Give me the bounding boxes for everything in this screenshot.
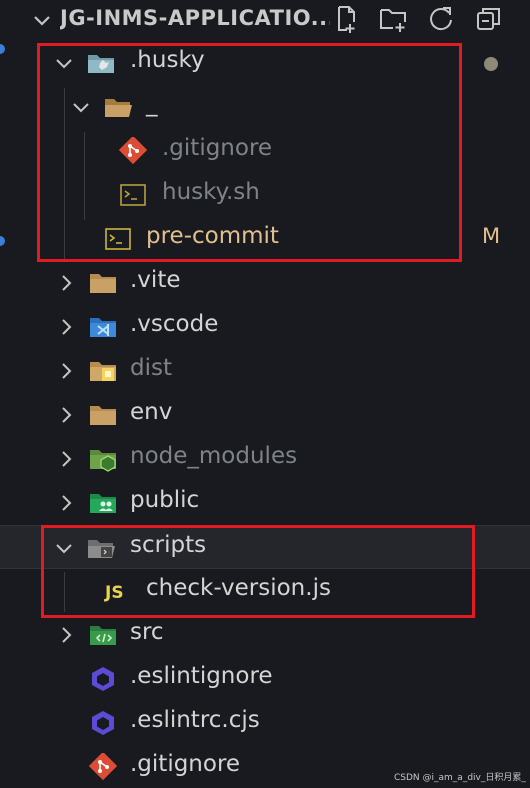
tree-folder-node-modules[interactable]: node_modules (0, 437, 530, 481)
new-folder-icon[interactable] (378, 4, 408, 34)
dist-folder-icon (90, 362, 116, 381)
highlight-box-husky (37, 43, 462, 262)
chevron-right-icon (62, 627, 72, 643)
tree-item-label: .vscode (130, 311, 219, 337)
chevron-right-icon (62, 363, 72, 379)
public-folder-icon (90, 494, 116, 513)
tree-item-label: env (130, 399, 173, 425)
tree-item-label: .gitignore (130, 751, 241, 777)
file-explorer: JG-INMS-APPLICATIO... .husky _ .gitignor… (0, 0, 530, 788)
watermark: CSDN @i_am_a_div_日积月累_ (394, 773, 526, 783)
new-file-icon[interactable] (332, 4, 362, 34)
chevron-right-icon (62, 275, 72, 291)
workspace-title[interactable]: JG-INMS-APPLICATIO... (60, 6, 330, 30)
tree-item-label: node_modules (130, 443, 298, 469)
node-folder-icon (90, 450, 116, 472)
chevron-right-icon (62, 451, 72, 467)
eslint-icon (92, 667, 114, 691)
chevron-right-icon (62, 407, 72, 423)
git-icon (88, 753, 118, 781)
chevron-right-icon (62, 319, 72, 335)
tree-file-eslintrc[interactable]: .eslintrc.cjs (0, 701, 530, 745)
tree-item-label: dist (130, 355, 172, 381)
tree-folder-public[interactable]: public (0, 481, 530, 525)
eslint-icon (92, 711, 114, 735)
tree-item-label: .eslintignore (130, 663, 273, 689)
folder-icon (90, 406, 116, 425)
refresh-icon[interactable] (426, 4, 456, 34)
src-folder-icon (90, 626, 116, 645)
modified-badge: M (482, 224, 501, 248)
tree-folder-vscode[interactable]: .vscode (0, 305, 530, 349)
tree-folder-env[interactable]: env (0, 393, 530, 437)
tree-item-label: src (130, 619, 164, 645)
highlight-box-scripts (41, 525, 475, 618)
tree-folder-src[interactable]: src (0, 613, 530, 657)
folder-icon (90, 274, 116, 293)
tree-item-label: .eslintrc.cjs (130, 707, 260, 733)
tree-item-label: public (130, 487, 200, 513)
tree-file-eslintignore[interactable]: .eslintignore (0, 657, 530, 701)
tree-folder-dist[interactable]: dist (0, 349, 530, 393)
collapse-all-icon[interactable] (474, 4, 504, 34)
tree-folder-vite[interactable]: .vite (0, 261, 530, 305)
chevron-right-icon (62, 495, 72, 511)
chevron-down-icon[interactable] (30, 8, 54, 32)
vscode-folder-icon (90, 318, 116, 337)
modified-dot (484, 57, 498, 71)
tree-item-label: .vite (130, 267, 181, 293)
explorer-header: JG-INMS-APPLICATIO... (0, 0, 530, 40)
